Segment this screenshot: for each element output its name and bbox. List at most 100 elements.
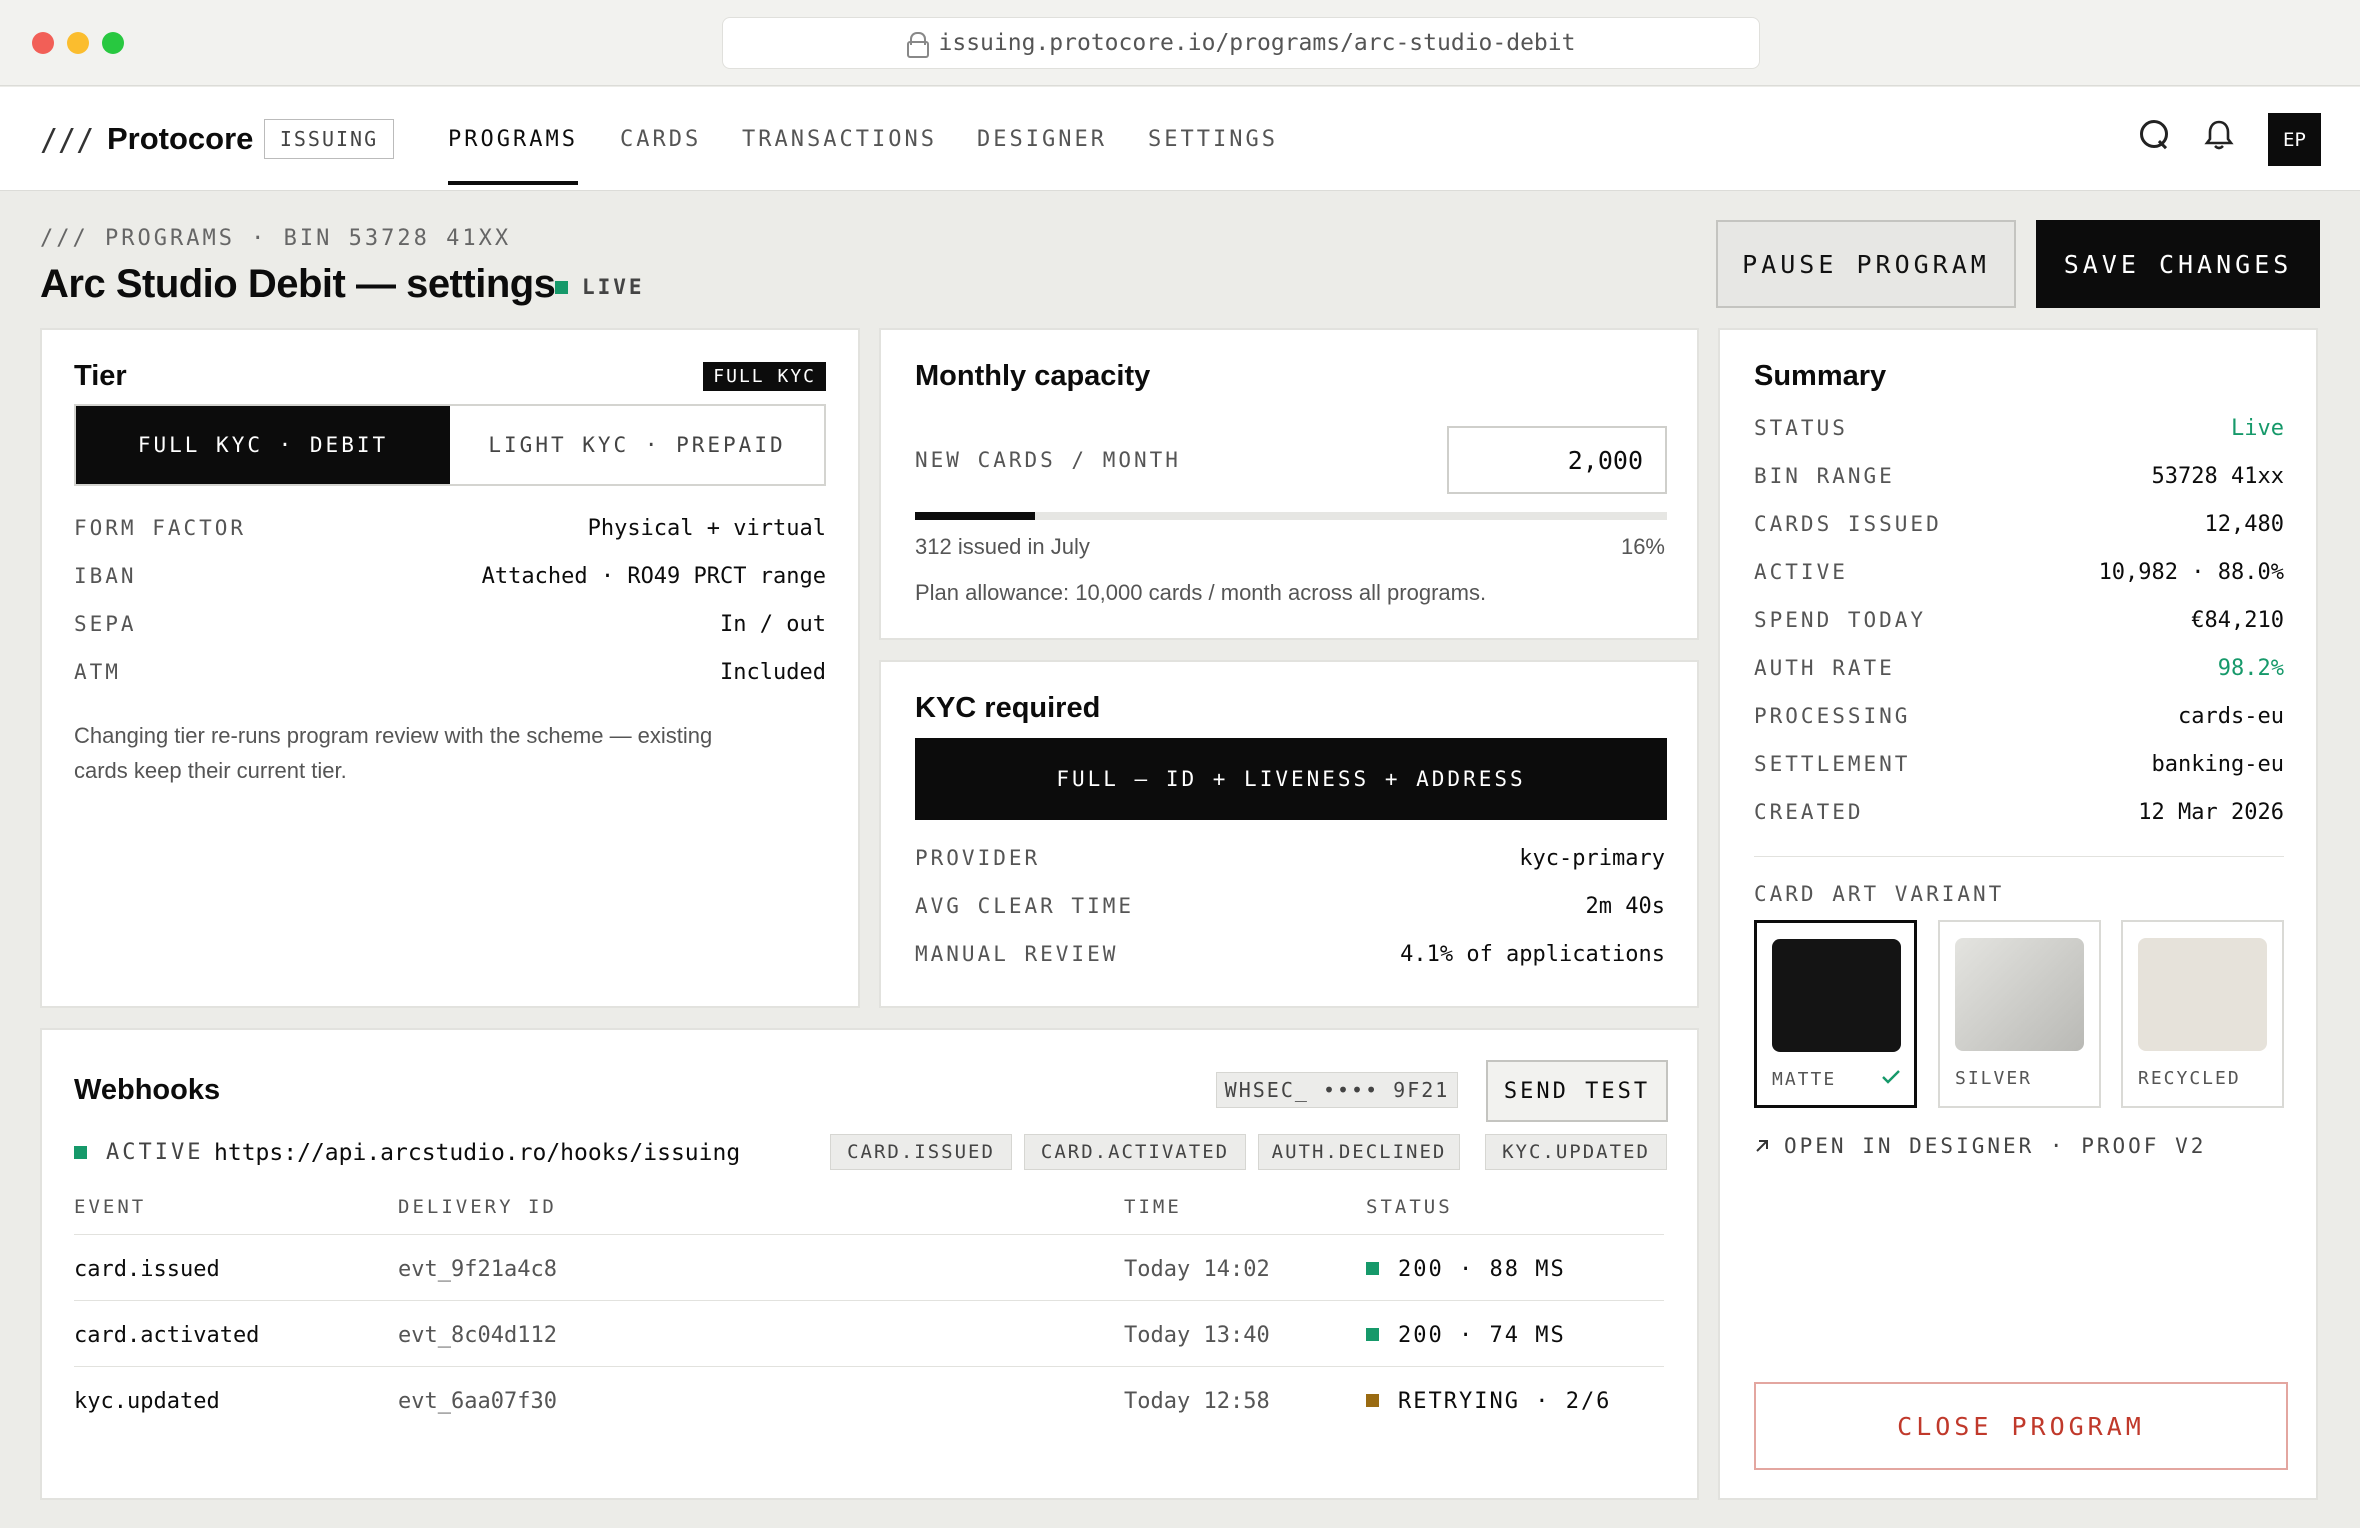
event-cell: card.activated: [74, 1323, 260, 1348]
breadcrumb: /// PROGRAMS · BIN 53728 41XX: [40, 226, 512, 251]
status-text: LIVE: [582, 275, 645, 299]
capacity-title: Monthly capacity: [915, 360, 1151, 392]
settlement-label: SETTLEMENT: [1754, 752, 1911, 776]
summary-title: Summary: [1754, 360, 1887, 392]
manual-review-value: 4.1% of applications: [1400, 942, 1665, 967]
delivery-id-cell: evt_9f21a4c8: [398, 1257, 557, 1282]
webhooks-card: Webhooks WHSEC_ •••• 9F21 SEND TEST ACTI…: [40, 1028, 1699, 1500]
recycled-card-art: [2138, 938, 2267, 1051]
column-header-delivery-id: DELIVERY ID: [398, 1196, 557, 1218]
top-navigation: /// Protocore ISSUING PROGRAMS CARDS TRA…: [0, 87, 2360, 191]
maximize-window-icon[interactable]: [102, 32, 124, 54]
arrow-up-right-icon: [1756, 1140, 1768, 1152]
minimize-window-icon[interactable]: [67, 32, 89, 54]
address-bar[interactable]: issuing.protocore.io/programs/arc-studio…: [722, 17, 1760, 69]
table-row[interactable]: card.activated evt_8c04d112 Today 13:40 …: [74, 1300, 1664, 1366]
atm-value: Included: [720, 660, 826, 685]
event-cell: card.issued: [74, 1257, 220, 1282]
tab-transactions[interactable]: TRANSACTIONS: [742, 127, 937, 152]
close-window-icon[interactable]: [32, 32, 54, 54]
table-row[interactable]: kyc.updated evt_6aa07f30 Today 12:58 RET…: [74, 1366, 1664, 1432]
variant-label: MATTE: [1772, 1069, 1837, 1090]
tier-card: Tier FULL KYC FULL KYC · DEBIT LIGHT KYC…: [40, 328, 860, 1008]
bin-range-label: BIN RANGE: [1754, 464, 1895, 488]
settlement-value: banking-eu: [2151, 752, 2284, 777]
kyc-level-selector[interactable]: FULL — ID + LIVENESS + ADDRESS: [915, 738, 1667, 820]
url-text: issuing.protocore.io/programs/arc-studio…: [938, 30, 1576, 56]
tab-settings[interactable]: SETTINGS: [1148, 127, 1278, 152]
summary-card: Summary STATUS Live BIN RANGE 53728 41xx…: [1718, 328, 2318, 1500]
logo-mark: ///: [40, 123, 95, 158]
close-program-button[interactable]: CLOSE PROGRAM: [1754, 1382, 2288, 1470]
bell-icon[interactable]: [2204, 119, 2234, 151]
variant-recycled[interactable]: RECYCLED: [2121, 920, 2284, 1108]
issued-percent: 16%: [1620, 534, 1665, 559]
tier-badge: FULL KYC: [703, 362, 826, 391]
save-changes-button[interactable]: SAVE CHANGES: [2036, 220, 2320, 308]
tab-cards[interactable]: CARDS: [620, 127, 701, 152]
cards-issued-value: 12,480: [2204, 512, 2284, 537]
search-icon[interactable]: [2140, 120, 2170, 150]
variant-silver[interactable]: SILVER: [1938, 920, 2101, 1108]
status-dot-icon: [1366, 1394, 1379, 1407]
event-tag: CARD.ISSUED: [830, 1134, 1012, 1170]
active-label: ACTIVE: [1754, 560, 1848, 584]
check-icon: [1882, 1070, 1900, 1084]
time-cell: Today 13:40: [1124, 1323, 1270, 1348]
form-factor-label: FORM FACTOR: [74, 516, 247, 540]
tier-option-full-kyc[interactable]: FULL KYC · DEBIT: [76, 406, 450, 484]
pause-program-button[interactable]: PAUSE PROGRAM: [1716, 220, 2016, 308]
time-cell: Today 14:02: [1124, 1257, 1270, 1282]
plan-allowance: Plan allowance: 10,000 cards / month acr…: [915, 580, 1487, 605]
processing-label: PROCESSING: [1754, 704, 1911, 728]
form-factor-value: Physical + virtual: [587, 516, 826, 541]
auth-rate-value: 98.2%: [2217, 656, 2284, 681]
status-cell: RETRYING · 2/6: [1398, 1389, 1612, 1414]
provider-value: kyc-primary: [1519, 846, 1665, 871]
tab-programs[interactable]: PROGRAMS: [448, 127, 578, 185]
column-header-event: EVENT: [74, 1196, 147, 1218]
capacity-input[interactable]: 2,000: [1447, 426, 1667, 494]
iban-label: IBAN: [74, 564, 137, 588]
event-tag: AUTH.DECLINED: [1258, 1134, 1460, 1170]
tier-title: Tier: [74, 360, 127, 392]
open-in-designer-link[interactable]: OPEN IN DESIGNER · PROOF V2: [1754, 1134, 2206, 1158]
tier-note-line: Changing tier re-runs program review wit…: [74, 723, 713, 748]
variant-label: SILVER: [1955, 1068, 2033, 1089]
status-dot-icon: [1366, 1328, 1379, 1341]
manual-review-label: MANUAL REVIEW: [915, 942, 1119, 966]
avg-clear-value: 2m 40s: [1585, 894, 1665, 919]
sepa-label: SEPA: [74, 612, 137, 636]
kyc-card: KYC required FULL — ID + LIVENESS + ADDR…: [879, 660, 1699, 1008]
webhook-endpoint[interactable]: https://api.arcstudio.ro/hooks/issuing: [214, 1140, 740, 1166]
created-label: CREATED: [1754, 800, 1864, 824]
webhook-secret[interactable]: WHSEC_ •••• 9F21: [1216, 1072, 1458, 1108]
spend-today-value: €84,210: [2191, 608, 2284, 633]
tier-segmented-control: FULL KYC · DEBIT LIGHT KYC · PREPAID: [74, 404, 826, 486]
avg-clear-label: AVG CLEAR TIME: [915, 894, 1135, 918]
atm-label: ATM: [74, 660, 121, 684]
tier-option-light-kyc[interactable]: LIGHT KYC · PREPAID: [450, 406, 824, 484]
active-dot-icon: [74, 1146, 87, 1159]
status-cell: 200 · 74 MS: [1398, 1323, 1566, 1348]
time-cell: Today 12:58: [1124, 1389, 1270, 1414]
matte-card-art: [1772, 939, 1901, 1052]
divider: [1754, 856, 2284, 857]
tier-note-line: cards keep their current tier.: [74, 758, 347, 783]
product-badge: ISSUING: [264, 119, 394, 159]
event-cell: kyc.updated: [74, 1389, 220, 1414]
avatar[interactable]: EP: [2268, 113, 2321, 166]
brand-name[interactable]: Protocore: [107, 121, 253, 157]
send-test-button[interactable]: SEND TEST: [1486, 1060, 1668, 1122]
delivery-id-cell: evt_6aa07f30: [398, 1389, 557, 1414]
lock-icon: [906, 32, 929, 58]
column-header-time: TIME: [1124, 1196, 1182, 1218]
table-row[interactable]: card.issued evt_9f21a4c8 Today 14:02 200…: [74, 1234, 1664, 1300]
status-cell: 200 · 88 MS: [1398, 1257, 1566, 1282]
created-value: 12 Mar 2026: [2138, 800, 2284, 825]
variant-matte[interactable]: MATTE: [1754, 920, 1917, 1108]
status-dot-icon: [1366, 1262, 1379, 1275]
tab-designer[interactable]: DESIGNER: [977, 127, 1107, 152]
event-tag: KYC.UPDATED: [1485, 1134, 1667, 1170]
webhook-status: ACTIVE: [106, 1140, 204, 1165]
